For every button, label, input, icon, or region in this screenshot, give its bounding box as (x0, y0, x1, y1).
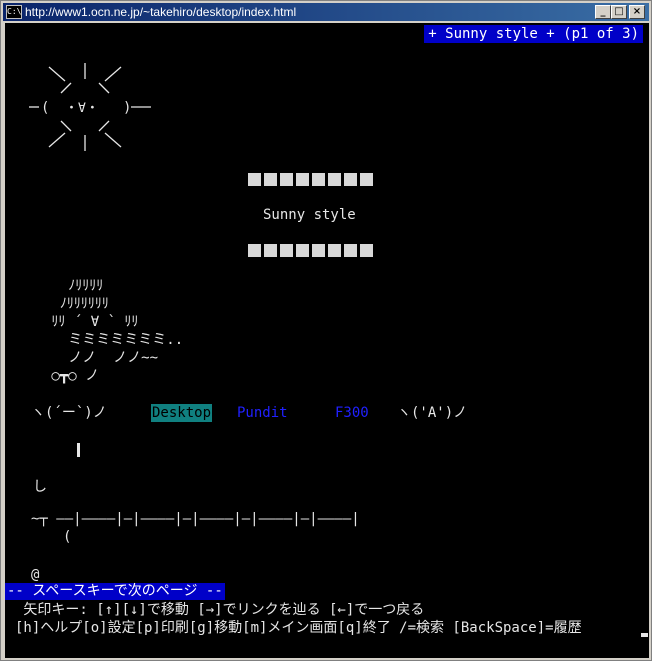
window-title: http://www1.ocn.ne.jp/~takehiro/desktop/… (25, 5, 297, 19)
page-header: + Sunny style + (p1 of 3) (424, 25, 643, 43)
fence-line: ~┬ ――|――――|―|――――|―|――――|―|――――|―|――――| (31, 511, 360, 527)
console-app-icon[interactable]: C:\ (6, 5, 22, 19)
nav-left-emote: ヽ(´ー`)ノ (31, 405, 107, 421)
art-line: ﾉﾘﾘﾘﾘ (43, 278, 104, 294)
nav-right-emote: ヽ('A')ノ (397, 405, 468, 421)
minimize-icon[interactable]: _ (595, 5, 611, 19)
art-line: ノノ ノノ~~ (43, 350, 159, 366)
art-line: ○┳○ ノ (43, 368, 100, 384)
page-title: Sunny style (263, 207, 356, 223)
link-desktop[interactable]: Desktop (151, 404, 213, 422)
more-prompt: -- スペースキーで次のページ -- (5, 583, 225, 600)
maximize-icon[interactable]: □ (611, 5, 627, 19)
art-line: ﾘﾘ ´ ∀ ` ﾘﾘ (43, 314, 139, 330)
text-cursor-bar (77, 443, 80, 457)
terminal-cursor (641, 633, 648, 637)
svg-text:・∀・: ・∀・ (65, 101, 99, 116)
title-bar[interactable]: C:\ http://www1.ocn.ne.jp/~takehiro/desk… (3, 3, 649, 21)
at-mark: @ (31, 567, 40, 583)
close-icon[interactable]: × (629, 5, 645, 19)
browser-window: C:\ http://www1.ocn.ne.jp/~takehiro/desk… (0, 0, 652, 661)
art-line: ミミミミミミミ.. (43, 332, 184, 348)
sun-ascii-art: ( ) ・∀・ (29, 63, 151, 151)
help-line-1: 矢印キー: [↑][↓]で移動 [→]でリンクを辿る [←]で一つ戻る (15, 602, 425, 618)
text-browser-viewport[interactable]: + Sunny style + (p1 of 3) ( ) ・∀・ Sunny … (5, 23, 649, 658)
help-line-2: [h]ヘルプ[o]設定[p]印刷[g]移動[m]メイン画面[q]終了 /=検索 … (15, 620, 582, 636)
art-line: ﾉﾘﾘﾘﾘﾘﾘ (43, 296, 109, 312)
misc-shi-char: し (33, 479, 47, 495)
svg-text:(: ( (41, 100, 49, 116)
link-pundit[interactable]: Pundit (237, 404, 288, 422)
link-f300[interactable]: F300 (335, 404, 369, 422)
svg-text:): ) (123, 100, 131, 116)
paren-char: ( (63, 529, 72, 545)
